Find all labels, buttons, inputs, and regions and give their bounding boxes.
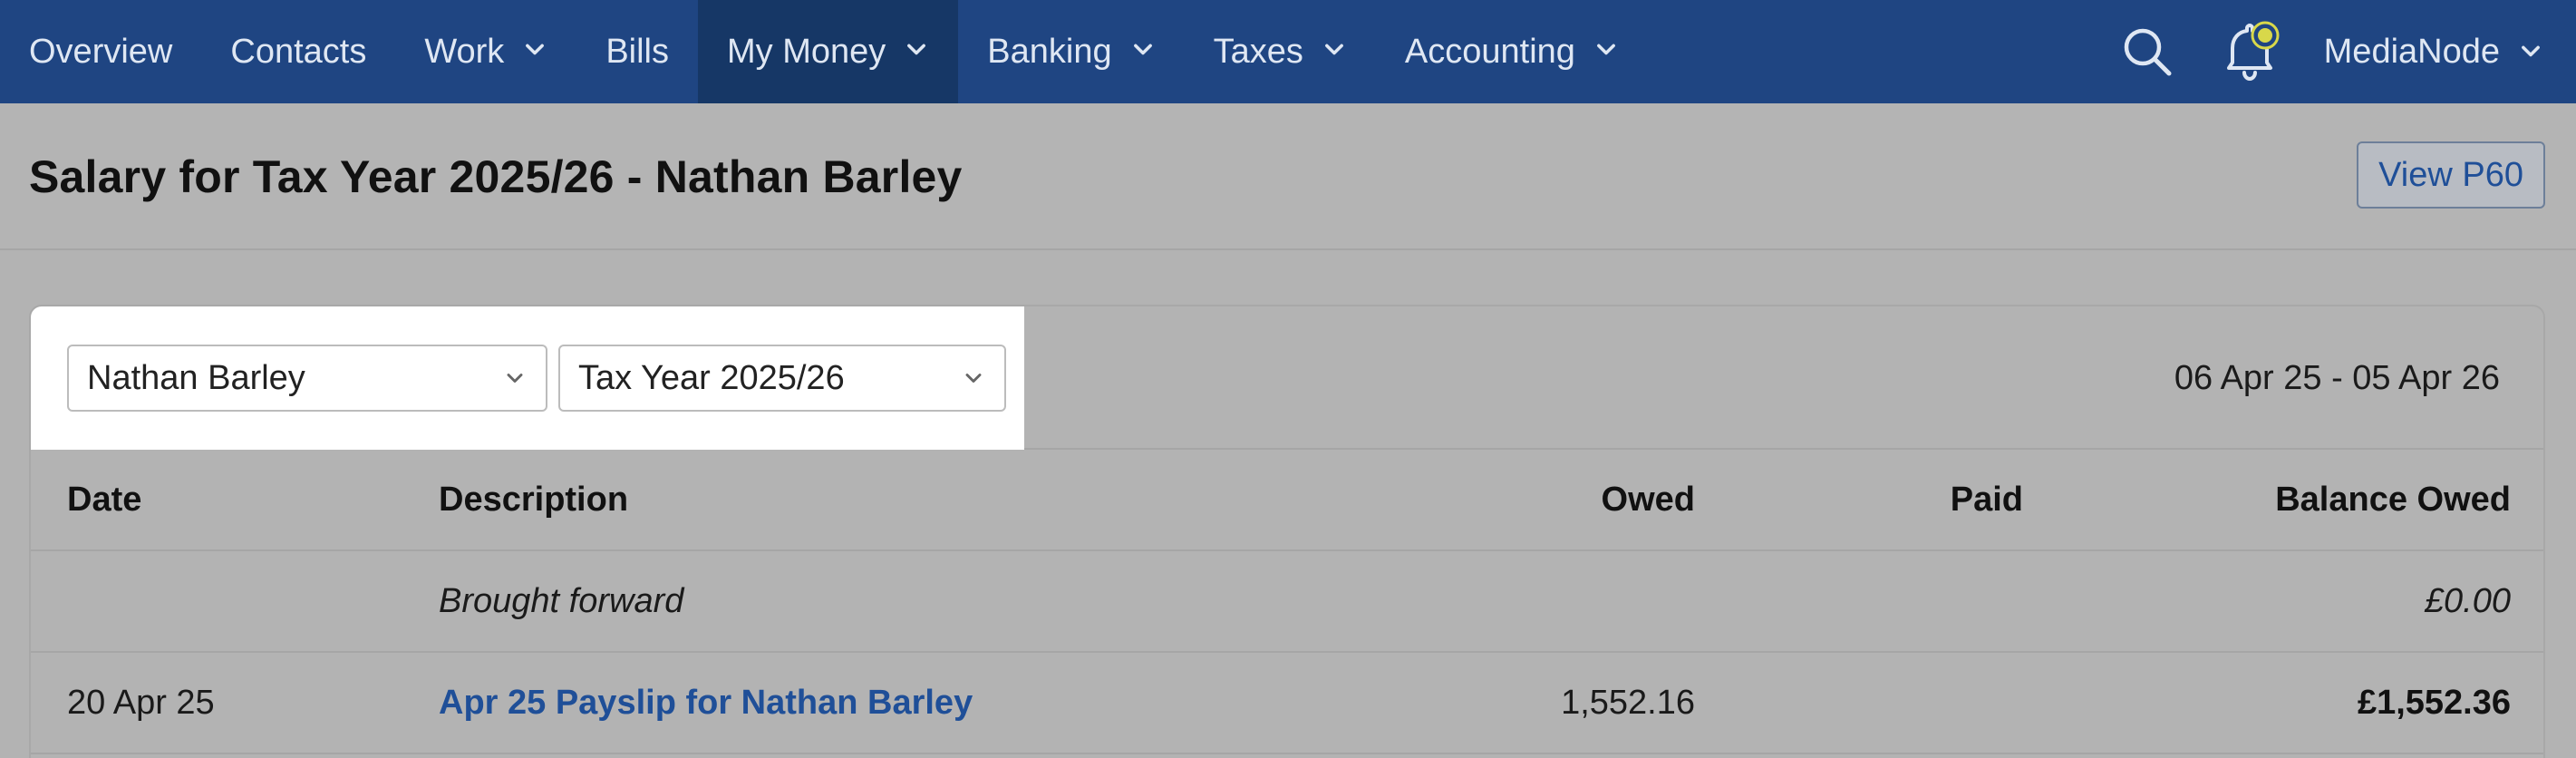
view-p60-button[interactable]: View P60 <box>2357 141 2545 209</box>
chevron-down-icon <box>1593 37 1619 63</box>
top-navigation: Overview Contacts Work Bills My Money Ba… <box>0 0 2576 103</box>
header-owed: Owed <box>1601 480 1695 519</box>
notifications-button[interactable] <box>2199 0 2302 103</box>
page-title: Salary for Tax Year 2025/26 - Nathan Bar… <box>29 151 963 202</box>
nav-overview-label: Overview <box>29 32 173 71</box>
nav-my-money-label: My Money <box>727 32 886 71</box>
header-date: Date <box>67 480 142 519</box>
search-button[interactable] <box>2096 0 2199 103</box>
nav-bills-label: Bills <box>605 32 669 71</box>
row-description: Brought forward <box>439 581 684 620</box>
nav-contacts-label: Contacts <box>230 32 367 71</box>
nav-banking[interactable]: Banking <box>958 0 1184 103</box>
page-header: Salary for Tax Year 2025/26 - Nathan Bar… <box>0 103 2576 250</box>
row-owed: 1,552.16 <box>1561 683 1695 722</box>
nav-accounting-label: Accounting <box>1404 32 1575 71</box>
search-icon <box>2124 28 2172 76</box>
organization-menu[interactable]: MediaNode <box>2302 0 2576 103</box>
tax-year-select[interactable]: Tax Year 2025/26 <box>558 345 1006 412</box>
chevron-down-icon <box>1322 37 1347 63</box>
payslip-link[interactable]: Apr 25 Payslip for Nathan Barley <box>439 653 973 753</box>
table-row: Brought forward £0.00 <box>31 551 2543 653</box>
nav-accounting[interactable]: Accounting <box>1376 0 1648 103</box>
chevron-down-icon <box>1130 37 1156 63</box>
nav-contacts[interactable]: Contacts <box>201 0 395 103</box>
chevron-down-icon <box>961 365 986 391</box>
nav-overview[interactable]: Overview <box>0 0 201 103</box>
organization-name: MediaNode <box>2323 32 2500 71</box>
tax-year-select-value: Tax Year 2025/26 <box>578 358 845 397</box>
filter-panel: Nathan Barley Tax Year 2025/26 <box>31 306 1024 450</box>
chevron-down-icon <box>522 37 547 63</box>
filter-row: Nathan Barley Tax Year 2025/26 06 Apr 25… <box>31 306 2543 450</box>
row-balance: £1,552.36 <box>2357 683 2511 722</box>
row-date: 20 Apr 25 <box>67 683 215 722</box>
row-balance: £0.00 <box>2424 581 2511 620</box>
chevron-down-icon <box>2518 39 2543 64</box>
header-description: Description <box>439 480 629 519</box>
employee-select-value: Nathan Barley <box>87 358 305 397</box>
chevron-down-icon <box>502 365 528 391</box>
salary-table: Date Description Owed Paid Balance Owed … <box>31 450 2543 754</box>
nav-taxes[interactable]: Taxes <box>1185 0 1376 103</box>
nav-taxes-label: Taxes <box>1213 32 1303 71</box>
salary-card: Nathan Barley Tax Year 2025/26 06 Apr 25… <box>29 305 2545 758</box>
employee-select[interactable]: Nathan Barley <box>67 345 547 412</box>
nav-right-group: MediaNode <box>2096 0 2576 103</box>
nav-work[interactable]: Work <box>395 0 576 103</box>
header-balance-owed: Balance Owed <box>2275 480 2511 519</box>
date-range: 06 Apr 25 - 05 Apr 26 <box>2174 359 2500 397</box>
nav-my-money[interactable]: My Money <box>698 0 959 103</box>
table-header-row: Date Description Owed Paid Balance Owed <box>31 450 2543 551</box>
table-row: 20 Apr 25 Apr 25 Payslip for Nathan Barl… <box>31 653 2543 754</box>
bell-icon <box>2226 21 2280 82</box>
nav-bills[interactable]: Bills <box>576 0 698 103</box>
header-paid: Paid <box>1950 480 2023 519</box>
chevron-down-icon <box>904 37 929 63</box>
nav-banking-label: Banking <box>987 32 1112 71</box>
nav-work-label: Work <box>424 32 505 71</box>
